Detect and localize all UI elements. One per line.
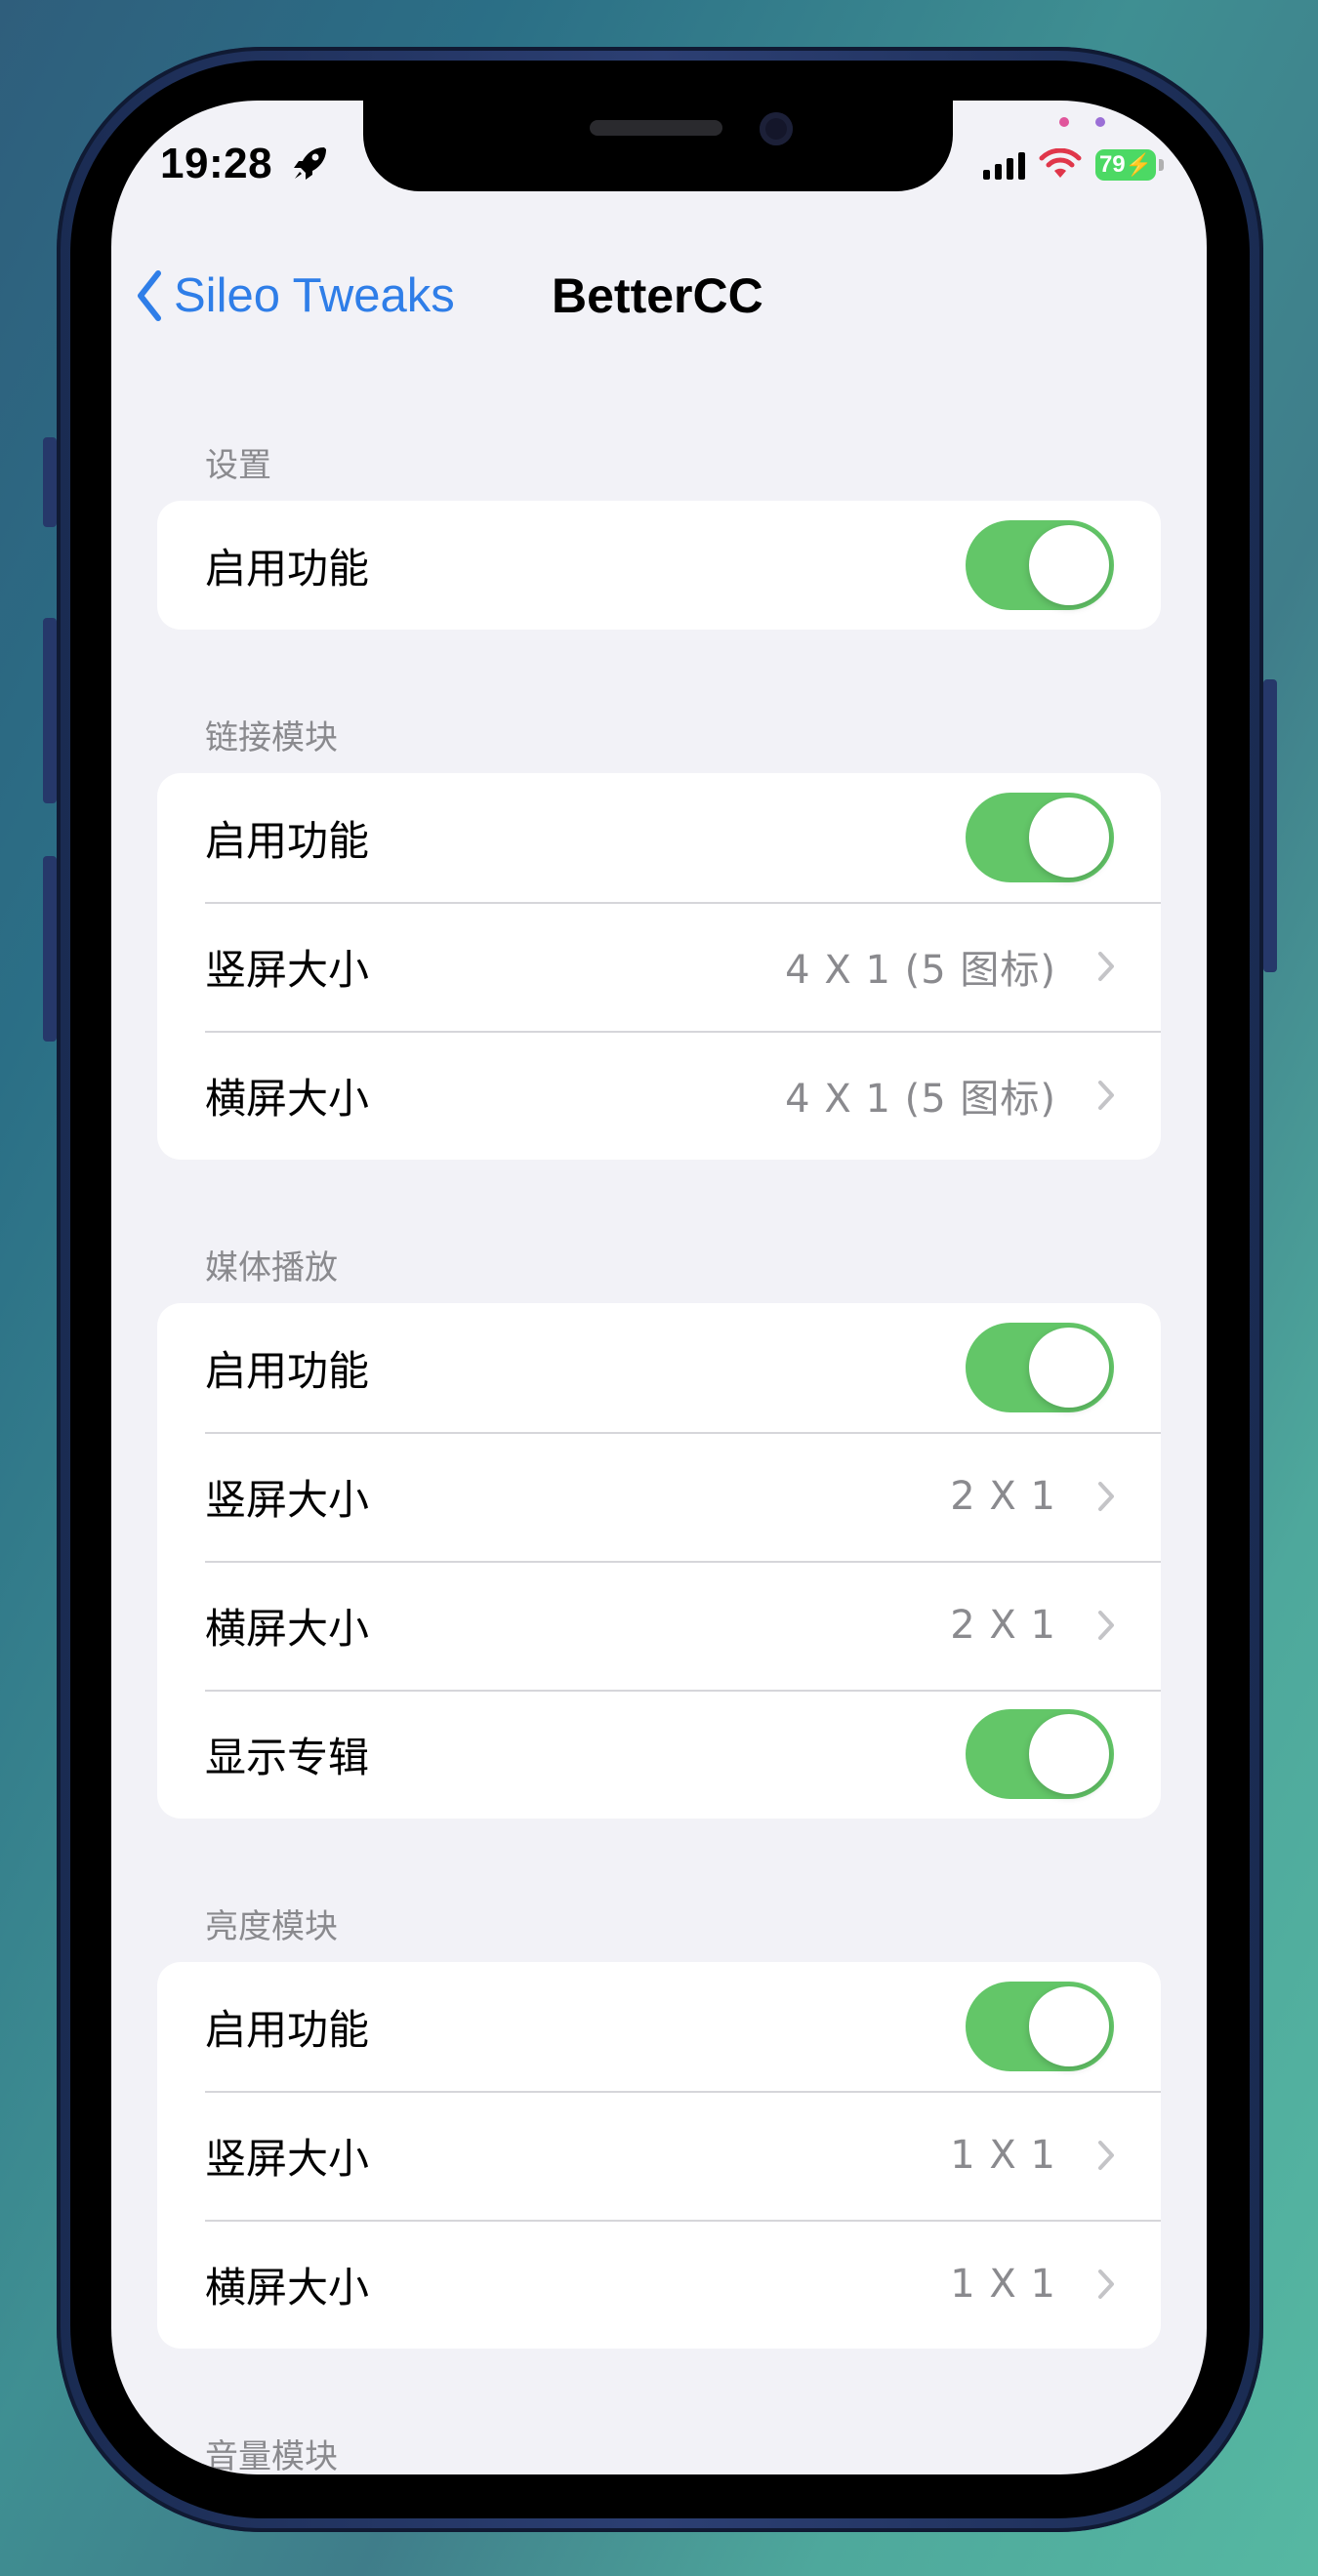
row-value: 1 X 1 — [950, 2133, 1056, 2178]
back-button-label: Sileo Tweaks — [174, 269, 455, 322]
toggle-knob — [1029, 1714, 1109, 1794]
wifi-icon — [1039, 148, 1082, 178]
row-label: 启用功能 — [205, 544, 370, 593]
link-module-group: 启用功能 竖屏大小 4 X 1 (5 图标) 横屏大小 4 X 1 (5 图标) — [157, 773, 1161, 1160]
side-button-power — [1263, 679, 1277, 972]
page-title: BetterCC — [552, 268, 763, 323]
row-label: 竖屏大小 — [205, 2134, 370, 2183]
settings-group: 启用功能 — [157, 501, 1161, 630]
side-button-volume-down — [43, 856, 57, 1042]
notch — [363, 101, 953, 191]
list-item-portrait-size[interactable]: 竖屏大小 4 X 1 (5 图标) — [157, 902, 1161, 1031]
row-label: 显示专辑 — [205, 1733, 370, 1781]
toggle-knob — [1029, 1986, 1109, 2066]
row-label: 竖屏大小 — [205, 1475, 370, 1524]
speaker-grille — [590, 120, 722, 136]
list-item-enable: 启用功能 — [157, 501, 1161, 630]
toggle-knob — [1029, 525, 1109, 605]
row-label: 启用功能 — [205, 816, 370, 865]
section-header-brightness-module: 亮度模块 — [205, 1907, 338, 1946]
front-camera — [760, 112, 793, 145]
list-item-landscape-size[interactable]: 横屏大小 2 X 1 — [157, 1561, 1161, 1690]
row-label: 竖屏大小 — [205, 945, 370, 994]
chevron-right-icon — [1098, 2269, 1114, 2299]
list-item-enable: 启用功能 — [157, 1303, 1161, 1432]
side-button-mute — [43, 437, 57, 527]
brightness-module-group: 启用功能 竖屏大小 1 X 1 横屏大小 1 X 1 — [157, 1962, 1161, 2349]
row-label: 横屏大小 — [205, 1604, 370, 1653]
list-item-landscape-size[interactable]: 横屏大小 4 X 1 (5 图标) — [157, 1031, 1161, 1160]
row-value: 2 X 1 — [950, 1474, 1056, 1519]
side-button-volume-up — [43, 618, 57, 803]
camera-indicator-dot — [1095, 117, 1105, 127]
back-button[interactable]: Sileo Tweaks — [135, 247, 455, 345]
row-label: 横屏大小 — [205, 2263, 370, 2311]
row-label: 启用功能 — [205, 1346, 370, 1395]
section-header-settings: 设置 — [205, 446, 271, 485]
status-icons: 79 ⚡ — [983, 147, 1164, 183]
battery-charging-icon: 79 ⚡ — [1095, 149, 1156, 181]
rocket-icon — [294, 147, 326, 180]
media-playback-group: 启用功能 竖屏大小 2 X 1 横屏大小 2 X 1 显示专辑 — [157, 1303, 1161, 1819]
list-item-enable: 启用功能 — [157, 773, 1161, 902]
enable-toggle[interactable] — [966, 1323, 1114, 1412]
enable-toggle[interactable] — [966, 793, 1114, 882]
chevron-right-icon — [1098, 1611, 1114, 1640]
toggle-knob — [1029, 1328, 1109, 1408]
mic-indicator-dot — [1059, 117, 1069, 127]
enable-toggle[interactable] — [966, 1982, 1114, 2071]
list-item-enable: 启用功能 — [157, 1962, 1161, 2091]
row-value: 4 X 1 (5 图标) — [785, 1077, 1056, 1122]
signal-icon — [983, 150, 1025, 180]
list-item-portrait-size[interactable]: 竖屏大小 1 X 1 — [157, 2091, 1161, 2220]
chevron-right-icon — [1098, 952, 1114, 981]
battery-level: 79 — [1098, 151, 1126, 178]
toggle-knob — [1029, 797, 1109, 878]
row-value: 2 X 1 — [950, 1603, 1056, 1648]
chevron-right-icon — [1098, 2141, 1114, 2170]
row-value: 1 X 1 — [950, 2262, 1056, 2307]
navigation-bar: Sileo Tweaks BetterCC — [111, 247, 1207, 345]
list-item-portrait-size[interactable]: 竖屏大小 2 X 1 — [157, 1432, 1161, 1561]
show-album-toggle[interactable] — [966, 1709, 1114, 1799]
battery-tip — [1159, 159, 1164, 171]
chevron-left-icon — [138, 270, 161, 321]
charging-bolt-glyph: ⚡ — [1125, 152, 1153, 177]
enable-toggle[interactable] — [966, 520, 1114, 610]
status-time: 19:28 — [160, 140, 273, 187]
section-header-media-playback: 媒体播放 — [205, 1248, 338, 1288]
chevron-right-icon — [1098, 1081, 1114, 1110]
list-item-show-album: 显示专辑 — [157, 1690, 1161, 1819]
section-header-link-module: 链接模块 — [205, 718, 338, 757]
row-value: 4 X 1 (5 图标) — [785, 948, 1056, 993]
row-label: 启用功能 — [205, 2005, 370, 2054]
list-item-landscape-size[interactable]: 横屏大小 1 X 1 — [157, 2220, 1161, 2349]
chevron-right-icon — [1098, 1482, 1114, 1511]
section-header-volume-module: 音量模块 — [205, 2437, 338, 2474]
row-label: 横屏大小 — [205, 1074, 370, 1123]
screen: 19:28 79 ⚡ Sileo Tweaks BetterCC 设置 启用功能… — [111, 101, 1207, 2474]
